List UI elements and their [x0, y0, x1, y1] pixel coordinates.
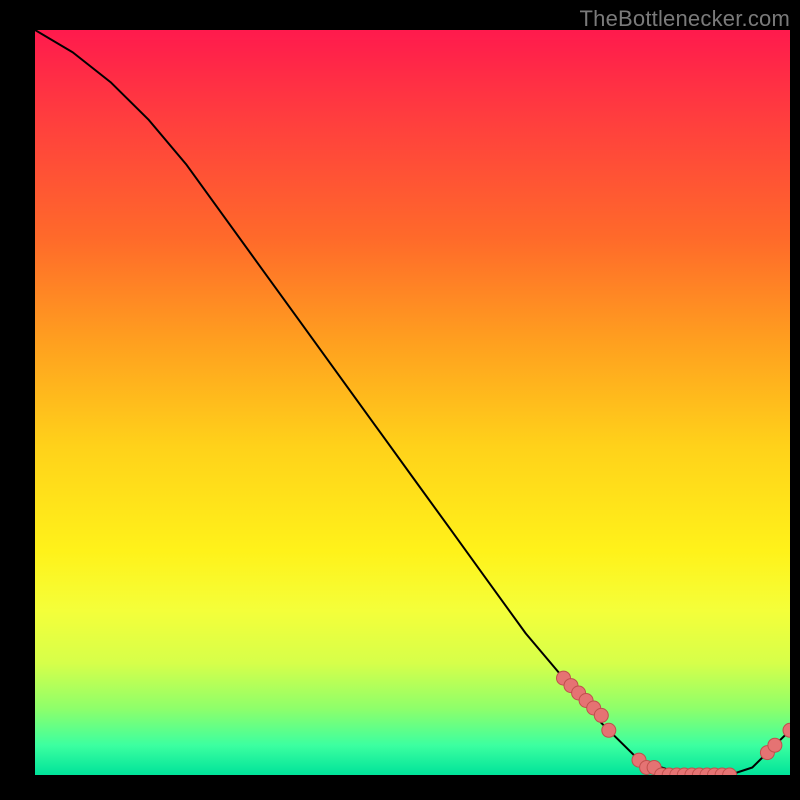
plot-area	[35, 30, 790, 775]
bottleneck-curve	[35, 30, 790, 775]
data-points	[557, 671, 791, 775]
chart-stage: TheBottlenecker.com	[0, 0, 800, 800]
data-point	[602, 723, 616, 737]
data-point	[594, 708, 608, 722]
chart-svg	[35, 30, 790, 775]
data-point	[768, 738, 782, 752]
watermark-text: TheBottlenecker.com	[580, 6, 790, 32]
